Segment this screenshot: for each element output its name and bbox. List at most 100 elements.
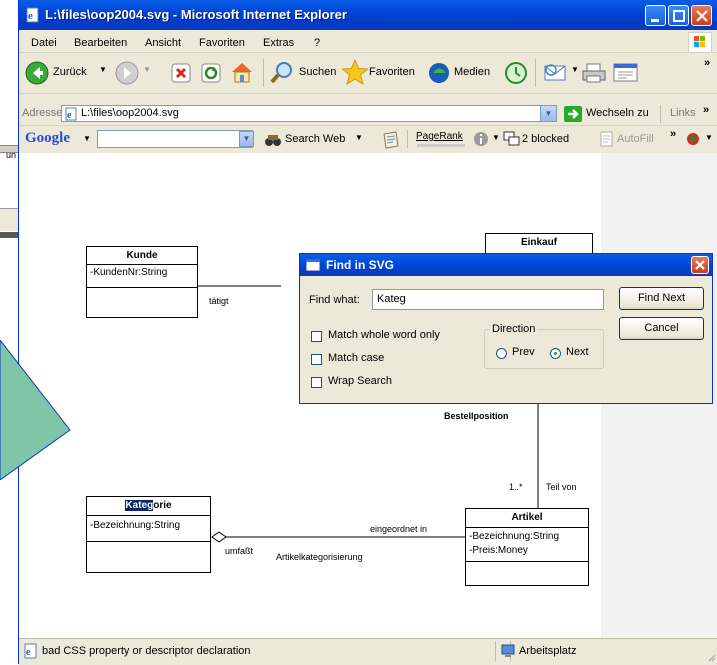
menu-ansicht[interactable]: Ansicht xyxy=(145,37,181,49)
match-case-label[interactable]: Match case xyxy=(328,352,384,364)
forward-arrow-icon[interactable] xyxy=(115,61,139,85)
home-icon[interactable] xyxy=(229,59,255,85)
google-search-dropdown-icon[interactable]: ▼ xyxy=(239,131,254,147)
menu-extras[interactable]: Extras xyxy=(263,37,294,49)
back-button-label[interactable]: Zurück xyxy=(53,66,87,78)
links-overflow-chevron[interactable]: » xyxy=(703,104,709,116)
title-bar[interactable]: e L:\files\oop2004.svg - Microsoft Inter… xyxy=(19,0,717,30)
class-attribute: -Preis:Money xyxy=(469,545,528,556)
dialog-close-button[interactable] xyxy=(691,256,709,274)
dialog-window-icon xyxy=(306,259,320,271)
search-icon[interactable] xyxy=(269,60,295,86)
close-button[interactable] xyxy=(691,5,712,26)
favorites-star-icon[interactable] xyxy=(341,58,369,86)
class-name-rest: orie xyxy=(153,500,172,511)
address-dropdown-icon[interactable]: ▼ xyxy=(540,106,556,121)
ie-page-icon: e xyxy=(26,7,39,23)
address-label: Adresse xyxy=(22,107,63,119)
computer-zone-icon xyxy=(501,644,515,657)
page-icon: e xyxy=(65,107,77,121)
class-name: Kunde xyxy=(126,250,158,261)
close-icon xyxy=(696,10,708,22)
search-web-dropdown-icon[interactable]: ▼ xyxy=(355,133,363,142)
forward-dropdown-icon[interactable]: ▼ xyxy=(143,65,151,74)
wrap-search-checkbox[interactable] xyxy=(311,377,322,388)
minimize-button[interactable] xyxy=(645,5,666,26)
news-icon[interactable] xyxy=(381,131,401,149)
back-dropdown-icon[interactable]: ▼ xyxy=(99,65,107,74)
go-button-label[interactable]: Wechseln zu xyxy=(586,107,649,119)
edit-icon[interactable] xyxy=(613,63,639,83)
back-arrow-icon[interactable] xyxy=(25,61,49,85)
assoc-label-artikelkategorisierung: Artikelkategorisierung xyxy=(276,552,363,562)
match-case-checkbox[interactable] xyxy=(311,354,322,365)
direction-prev-radio[interactable] xyxy=(496,348,507,359)
uml-class-kunde[interactable]: Kunde -KundenNr:String xyxy=(86,246,198,318)
google-menu-dropdown-icon[interactable]: ▼ xyxy=(83,134,91,143)
google-search-web-button[interactable]: Search Web xyxy=(285,133,345,145)
stop-icon[interactable] xyxy=(171,63,191,83)
history-icon[interactable] xyxy=(503,60,529,86)
window-title: L:\files\oop2004.svg - Microsoft Interne… xyxy=(45,7,347,22)
mail-icon[interactable] xyxy=(543,61,569,85)
uml-class-artikel[interactable]: Artikel -Bezeichnung:String -Preis:Money xyxy=(465,508,589,586)
direction-next-label[interactable]: Next xyxy=(566,346,589,358)
direction-next-radio[interactable] xyxy=(550,348,561,359)
wrap-search-label[interactable]: Wrap Search xyxy=(328,375,392,387)
menu-bearbeiten[interactable]: Bearbeiten xyxy=(74,37,127,49)
mail-dropdown-icon[interactable]: ▼ xyxy=(571,65,579,74)
maximize-icon xyxy=(673,10,685,22)
pagerank-label[interactable]: PageRank xyxy=(416,131,463,142)
resize-grip-icon[interactable] xyxy=(708,653,716,662)
page-status-icon: e xyxy=(24,643,37,659)
find-what-input[interactable]: Kateg xyxy=(372,289,604,310)
class-attribute: -KundenNr:String xyxy=(90,267,168,278)
minimize-icon xyxy=(651,19,659,22)
class-name: Kategorie xyxy=(87,500,210,511)
maximize-button[interactable] xyxy=(668,5,689,26)
google-overflow-chevron[interactable]: » xyxy=(670,128,676,140)
match-whole-word-label[interactable]: Match whole word only xyxy=(328,329,440,341)
favorites-button-label[interactable]: Favoriten xyxy=(369,66,415,78)
windows-logo-icon xyxy=(688,32,712,53)
go-arrow-icon[interactable] xyxy=(564,106,582,122)
class-attribute: -Bezeichnung:String xyxy=(469,531,560,542)
media-button-label[interactable]: Medien xyxy=(454,66,490,78)
google-options-icon[interactable] xyxy=(685,131,703,147)
match-whole-word-checkbox[interactable] xyxy=(311,331,322,342)
popup-blocked-count[interactable]: 2 blocked xyxy=(522,133,569,145)
search-highlight: Kateg xyxy=(125,500,154,511)
standard-toolbar: Zurück ▼ ▼ Suchen Favoriten Medien ▼ » xyxy=(19,53,717,94)
direction-label: Direction xyxy=(490,323,538,335)
find-what-value[interactable]: Kateg xyxy=(377,293,406,305)
info-dropdown-icon[interactable]: ▼ xyxy=(492,133,500,142)
toolbar-overflow-chevron[interactable]: » xyxy=(704,57,710,69)
popup-blocker-icon[interactable] xyxy=(503,131,521,147)
google-brand[interactable]: Google xyxy=(25,130,70,147)
class-name: Einkauf xyxy=(520,237,558,248)
binoculars-icon[interactable] xyxy=(264,132,282,148)
refresh-icon[interactable] xyxy=(201,63,221,83)
google-options-dropdown-icon[interactable]: ▼ xyxy=(705,133,713,142)
print-icon[interactable] xyxy=(581,61,607,85)
cancel-button[interactable]: Cancel xyxy=(619,317,704,340)
address-field[interactable]: e L:\files\oop2004.svg ▼ xyxy=(61,105,557,122)
menu-datei[interactable]: Datei xyxy=(31,37,57,49)
media-icon[interactable] xyxy=(427,60,453,86)
ie-window: e L:\files\oop2004.svg - Microsoft Inter… xyxy=(18,0,717,665)
autofill-icon[interactable] xyxy=(599,131,615,147)
uml-class-kategorie[interactable]: Kategorie -Bezeichnung:String xyxy=(86,496,211,573)
find-next-button[interactable]: Find Next xyxy=(619,287,704,310)
address-value[interactable]: L:\files\oop2004.svg xyxy=(81,107,179,119)
svg-text:e: e xyxy=(28,10,33,22)
menu-favoriten[interactable]: Favoriten xyxy=(199,37,245,49)
menu-help[interactable]: ? xyxy=(314,37,320,49)
links-label[interactable]: Links xyxy=(670,107,696,119)
find-dialog: Find in SVG Find what: Kateg Find Next C… xyxy=(299,253,713,404)
direction-prev-label[interactable]: Prev xyxy=(512,346,535,358)
autofill-label[interactable]: AutoFill xyxy=(617,133,654,145)
google-search-input[interactable] xyxy=(97,130,253,148)
dialog-title-bar[interactable]: Find in SVG xyxy=(300,254,712,276)
search-button-label[interactable]: Suchen xyxy=(299,66,336,78)
info-icon[interactable] xyxy=(473,131,489,147)
